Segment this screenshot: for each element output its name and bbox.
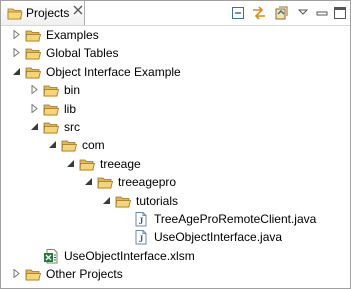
tree-item-label: treeage	[100, 157, 141, 171]
folder-icon	[43, 85, 59, 97]
tree-item[interactable]: J TreeAgeProRemoteClient.java	[1, 210, 350, 228]
tree-item-label: Global Tables	[46, 46, 119, 60]
close-icon[interactable]	[73, 5, 83, 15]
folder-icon	[79, 159, 95, 171]
tree-item-label: UseObjectInterface.java	[154, 230, 283, 244]
tree-item-label: UseObjectInterface.xlsm	[64, 249, 195, 263]
java-file-icon: J	[135, 212, 147, 227]
java-file-icon: J	[135, 230, 147, 245]
tree-item-label: Object Interface Example	[46, 65, 181, 79]
collapse-arrow-icon[interactable]	[48, 140, 57, 149]
collapse-arrow-icon[interactable]	[66, 159, 75, 168]
projects-view: Projects Examples Global Tables Object I…	[0, 0, 351, 289]
tree-item[interactable]: bin	[1, 81, 350, 99]
tab-projects[interactable]: Projects	[1, 1, 85, 25]
folder-icon	[25, 30, 41, 42]
collapse-arrow-icon[interactable]	[102, 196, 111, 205]
tab-title: Projects	[26, 6, 70, 20]
expand-arrow-icon[interactable]	[30, 85, 39, 94]
folder-icon	[25, 67, 41, 79]
svg-text:J: J	[139, 234, 144, 244]
tree-item[interactable]: treeagepro	[1, 173, 350, 191]
folder-icon	[43, 104, 59, 116]
excel-file-icon	[44, 249, 58, 264]
tree-item-label: com	[82, 138, 105, 152]
tree-item[interactable]: treeage	[1, 155, 350, 173]
expand-arrow-icon[interactable]	[30, 104, 39, 113]
tree-item-label: treeagepro	[118, 175, 177, 189]
projects-folder-icon	[7, 8, 23, 20]
folder-icon	[97, 177, 113, 189]
collapse-arrow-icon[interactable]	[12, 67, 21, 76]
expand-arrow-icon[interactable]	[12, 30, 21, 39]
folder-icon	[25, 269, 41, 281]
folder-icon	[115, 196, 131, 208]
tree-item-label: src	[64, 120, 80, 134]
tree-item-label: lib	[64, 102, 77, 116]
tree-item[interactable]: Other Projects	[1, 265, 350, 283]
maximize-icon[interactable]	[332, 5, 348, 21]
tree-item-label: Examples	[46, 28, 99, 42]
folder-icon	[43, 122, 59, 134]
tree-item[interactable]: src	[1, 118, 350, 136]
tree-item[interactable]: UseObjectInterface.xlsm	[1, 247, 350, 265]
svg-text:J: J	[139, 216, 144, 226]
tree-item[interactable]: Object Interface Example	[1, 63, 350, 81]
folder-icon	[25, 48, 41, 60]
minimize-icon[interactable]	[314, 5, 330, 21]
collapse-arrow-icon[interactable]	[30, 122, 39, 131]
tree-item[interactable]: Global Tables	[1, 44, 350, 62]
tree-item-label: tutorials	[136, 194, 179, 208]
tree-item-label: TreeAgeProRemoteClient.java	[154, 212, 317, 226]
tree-item-label: Other Projects	[46, 267, 123, 281]
tree-item[interactable]: lib	[1, 100, 350, 118]
collapse-all-icon[interactable]	[230, 5, 246, 21]
tree-item[interactable]: Examples	[1, 26, 350, 44]
tree-item-label: bin	[64, 83, 81, 97]
tree-item[interactable]: com	[1, 136, 350, 154]
expand-arrow-icon[interactable]	[12, 48, 21, 57]
tree-item[interactable]: tutorials	[1, 192, 350, 210]
view-titlebar: Projects	[1, 1, 350, 26]
expand-arrow-icon[interactable]	[12, 269, 21, 278]
collapse-arrow-icon[interactable]	[84, 177, 93, 186]
view-menu-chevron-icon[interactable]	[295, 4, 311, 20]
sync-icon[interactable]	[273, 5, 289, 21]
link-with-editor-icon[interactable]	[251, 5, 267, 21]
tree-item[interactable]: J UseObjectInterface.java	[1, 228, 350, 246]
folder-icon	[61, 140, 77, 152]
